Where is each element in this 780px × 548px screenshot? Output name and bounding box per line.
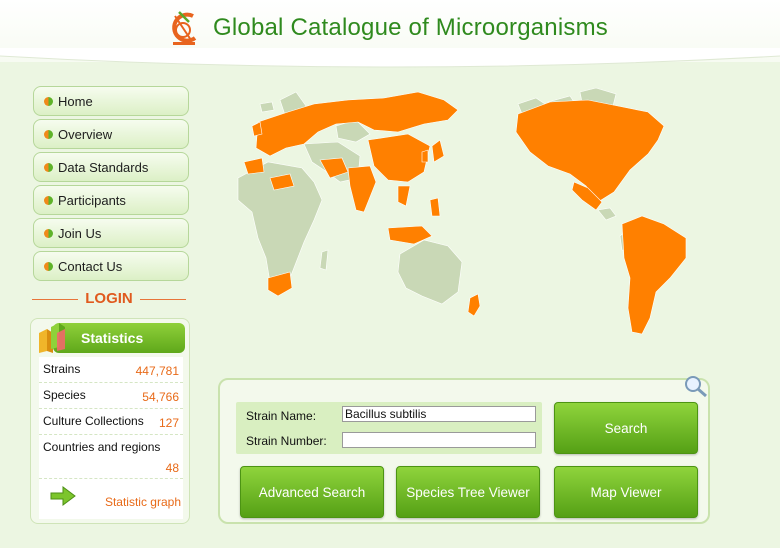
stat-value: 127 bbox=[158, 416, 179, 430]
nav-item-join-us[interactable]: Join Us bbox=[33, 218, 189, 248]
nav-item-label: Participants bbox=[58, 192, 126, 208]
stat-label: Culture Collections bbox=[43, 414, 144, 428]
nav-item-label: Overview bbox=[58, 126, 113, 142]
stat-label: Strains bbox=[43, 362, 81, 376]
strain-name-label: Strain Name: bbox=[246, 409, 317, 423]
species-tree-viewer-button[interactable]: Species Tree Viewer bbox=[396, 466, 540, 518]
strain-number-label: Strain Number: bbox=[246, 434, 327, 448]
header-wave bbox=[0, 48, 780, 68]
nav-item-label: Home bbox=[58, 93, 93, 109]
stat-row-culture-collections: Culture Collections 127 bbox=[39, 409, 183, 435]
statistics-header: Statistics bbox=[53, 323, 185, 353]
map-viewer-button[interactable]: Map Viewer bbox=[554, 466, 698, 518]
divider bbox=[32, 299, 78, 300]
bullet-icon bbox=[44, 228, 53, 238]
statistics-panel: Statistics Strains 447,781 Species 54,76… bbox=[30, 318, 190, 524]
search-panel: Strain Name: Strain Number: Search Advan… bbox=[218, 376, 710, 524]
statistic-graph-label[interactable]: Statistic graph bbox=[105, 495, 181, 509]
divider bbox=[140, 299, 186, 300]
magnifier-icon bbox=[685, 376, 707, 398]
strain-name-input[interactable] bbox=[342, 406, 536, 422]
advanced-search-button[interactable]: Advanced Search bbox=[240, 466, 384, 518]
main-nav: Home Overview Data Standards Participant… bbox=[33, 86, 189, 284]
stat-label: Countries and regions bbox=[43, 440, 161, 454]
stat-value: 54,766 bbox=[142, 390, 179, 404]
statistic-graph-link[interactable]: Statistic graph bbox=[39, 481, 183, 517]
nav-item-overview[interactable]: Overview bbox=[33, 119, 189, 149]
nav-item-home[interactable]: Home bbox=[33, 86, 189, 116]
statistics-title: Statistics bbox=[81, 330, 144, 346]
stat-label: Species bbox=[43, 388, 86, 402]
nav-item-contact-us[interactable]: Contact Us bbox=[33, 251, 189, 281]
world-map[interactable] bbox=[218, 82, 738, 352]
login-link[interactable]: LOGIN bbox=[80, 290, 138, 307]
site-title: Global Catalogue of Microorganisms bbox=[213, 14, 608, 41]
login-section: LOGIN bbox=[32, 290, 186, 308]
gcm-logo-icon bbox=[172, 11, 197, 45]
bullet-icon bbox=[44, 96, 53, 106]
bullet-icon bbox=[44, 129, 53, 139]
stat-row-strains: Strains 447,781 bbox=[39, 357, 183, 383]
stat-row-countries: Countries and regions 48 bbox=[39, 435, 183, 479]
bullet-icon bbox=[44, 162, 53, 172]
nav-item-label: Data Standards bbox=[58, 159, 149, 175]
nav-item-participants[interactable]: Participants bbox=[33, 185, 189, 215]
arrow-right-icon bbox=[50, 486, 76, 506]
strain-number-input[interactable] bbox=[342, 432, 536, 448]
bullet-icon bbox=[44, 195, 53, 205]
bullet-icon bbox=[44, 261, 53, 271]
nav-item-label: Contact Us bbox=[58, 258, 123, 274]
search-fields: Strain Name: Strain Number: bbox=[236, 402, 542, 454]
nav-item-label: Join Us bbox=[58, 225, 102, 241]
stat-value: 48 bbox=[165, 461, 179, 475]
stat-value: 447,781 bbox=[135, 364, 179, 378]
statistics-list: Strains 447,781 Species 54,766 Culture C… bbox=[39, 357, 183, 519]
stat-row-species: Species 54,766 bbox=[39, 383, 183, 409]
search-button[interactable]: Search bbox=[554, 402, 698, 454]
nav-item-data-standards[interactable]: Data Standards bbox=[33, 152, 189, 182]
bar-chart-icon bbox=[39, 323, 65, 353]
